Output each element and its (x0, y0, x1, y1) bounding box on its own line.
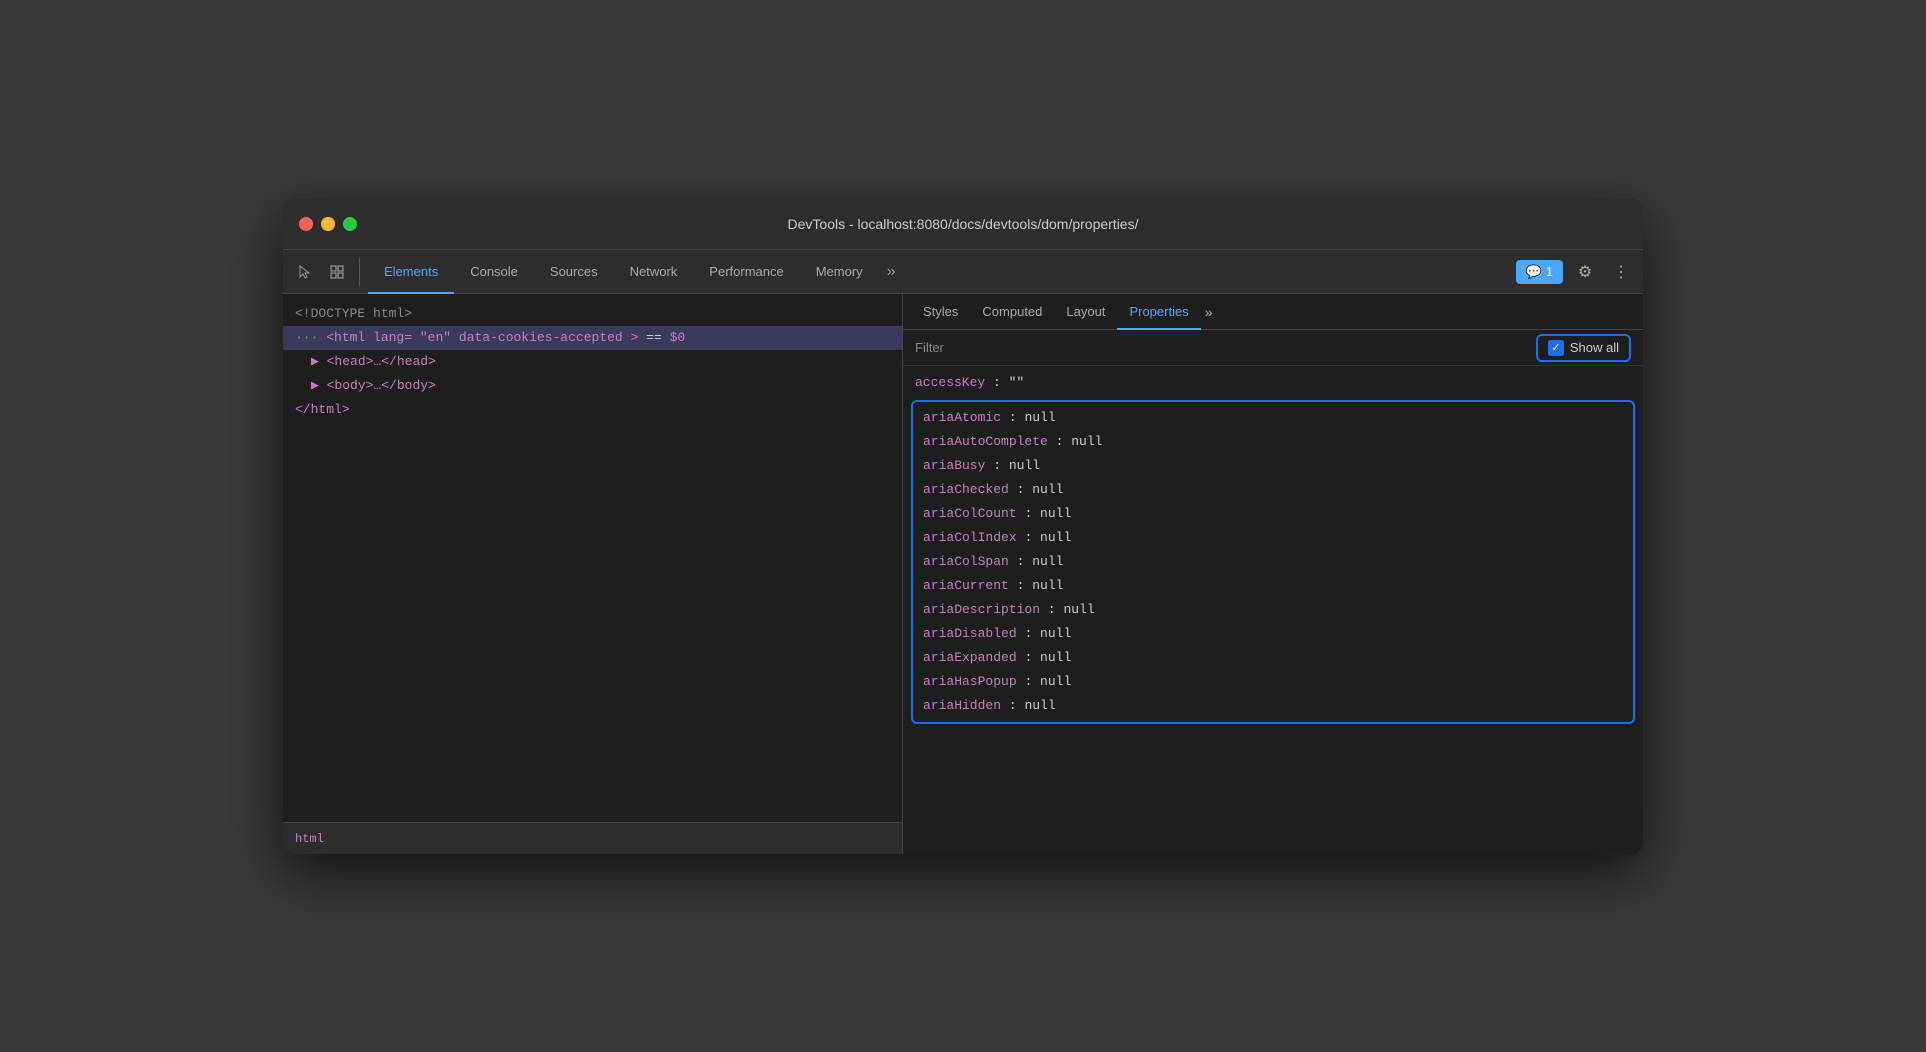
prop-accesskey: accessKey : "" (903, 370, 1643, 396)
tab-bar-right: 💬 1 ⚙ ⋮ (1516, 258, 1635, 286)
tab-bar: Elements Console Sources Network Perform… (283, 250, 1643, 294)
chat-button[interactable]: 💬 1 (1516, 260, 1563, 284)
props-filter-bar: Filter ✓ Show all (903, 330, 1643, 366)
show-all-label: Show all (1570, 340, 1619, 355)
prop-ariaExpanded: ariaExpanded : null (913, 646, 1633, 670)
prop-ariaCurrent: ariaCurrent : null (913, 574, 1633, 598)
traffic-lights (299, 217, 357, 231)
cursor-icon (297, 264, 313, 280)
show-all-checkbox[interactable]: ✓ (1548, 340, 1564, 356)
dom-breadcrumb: html (283, 822, 902, 854)
chat-count: 1 (1546, 264, 1553, 279)
prop-ariaChecked: ariaChecked : null (913, 478, 1633, 502)
tab-properties[interactable]: Properties (1117, 294, 1200, 330)
filter-label: Filter (915, 340, 944, 355)
prop-ariaHasPopup: ariaHasPopup : null (913, 670, 1633, 694)
title-bar: DevTools - localhost:8080/docs/devtools/… (283, 198, 1643, 250)
props-content: accessKey : "" ariaAtomic : null ariaAut… (903, 366, 1643, 854)
gear-icon: ⚙ (1578, 262, 1592, 282)
inspect-icon (329, 264, 345, 280)
props-tabs: Styles Computed Layout Properties » (903, 294, 1643, 330)
dom-head-line[interactable]: ▶ <head>…</head> (283, 350, 902, 374)
show-all-container[interactable]: ✓ Show all (1536, 334, 1631, 362)
minimize-button[interactable] (321, 217, 335, 231)
settings-button[interactable]: ⚙ (1571, 258, 1599, 286)
prop-ariaColSpan: ariaColSpan : null (913, 550, 1633, 574)
prop-ariaDisabled: ariaDisabled : null (913, 622, 1633, 646)
aria-properties-box: ariaAtomic : null ariaAutoComplete : nul… (911, 400, 1635, 724)
prop-ariaColCount: ariaColCount : null (913, 502, 1633, 526)
close-button[interactable] (299, 217, 313, 231)
tabs-more-button[interactable]: » (879, 263, 904, 281)
ellipsis-icon: ⋮ (1613, 262, 1629, 282)
chat-icon: 💬 (1526, 264, 1542, 280)
dom-body-line[interactable]: ▶ <body>…</body> (283, 374, 902, 398)
tab-performance[interactable]: Performance (693, 250, 799, 294)
tab-sources[interactable]: Sources (534, 250, 614, 294)
props-panel: Styles Computed Layout Properties » Filt… (903, 294, 1643, 854)
prop-ariaBusy: ariaBusy : null (913, 454, 1633, 478)
prop-ariaHidden: ariaHidden : null (913, 694, 1633, 718)
tab-computed[interactable]: Computed (970, 294, 1054, 330)
prop-ariaAtomic: ariaAtomic : null (913, 406, 1633, 430)
tab-styles[interactable]: Styles (911, 294, 970, 330)
dom-tree: <!DOCTYPE html> ··· <html lang= "en" dat… (283, 294, 902, 822)
maximize-button[interactable] (343, 217, 357, 231)
tab-console[interactable]: Console (454, 250, 534, 294)
dom-html-line[interactable]: ··· <html lang= "en" data-cookies-accept… (283, 326, 902, 350)
doctype-text: <!DOCTYPE html> (295, 306, 412, 321)
prop-ariaAutoComplete: ariaAutoComplete : null (913, 430, 1633, 454)
cursor-icon-button[interactable] (291, 258, 319, 286)
more-options-button[interactable]: ⋮ (1607, 258, 1635, 286)
devtools-window: DevTools - localhost:8080/docs/devtools/… (283, 198, 1643, 854)
main-content: <!DOCTYPE html> ··· <html lang= "en" dat… (283, 294, 1643, 854)
inspect-icon-button[interactable] (323, 258, 351, 286)
tab-layout[interactable]: Layout (1054, 294, 1117, 330)
dom-close-html: </html> (283, 398, 902, 422)
tab-memory[interactable]: Memory (800, 250, 879, 294)
tab-icons (291, 258, 360, 286)
dom-doctype: <!DOCTYPE html> (283, 302, 902, 326)
breadcrumb-html: html (295, 832, 324, 846)
dom-panel: <!DOCTYPE html> ··· <html lang= "en" dat… (283, 294, 903, 854)
window-title: DevTools - localhost:8080/docs/devtools/… (788, 216, 1139, 232)
prop-ariaDescription: ariaDescription : null (913, 598, 1633, 622)
prop-ariaColIndex: ariaColIndex : null (913, 526, 1633, 550)
props-tabs-more[interactable]: » (1205, 304, 1213, 320)
tab-elements[interactable]: Elements (368, 250, 454, 294)
tab-network[interactable]: Network (614, 250, 694, 294)
